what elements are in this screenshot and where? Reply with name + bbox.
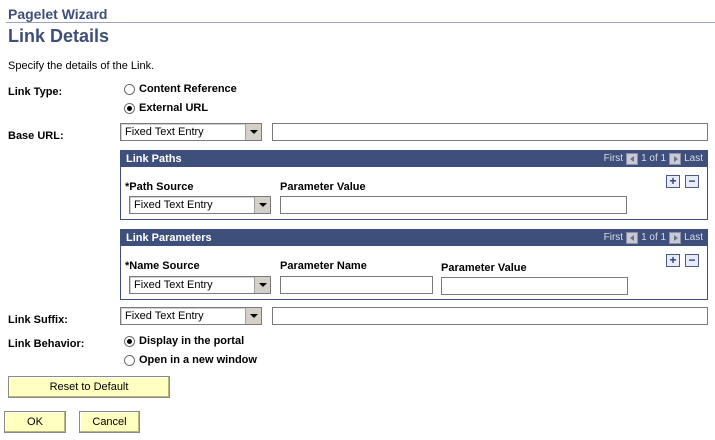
instructions-text: Specify the details of the Link. <box>8 60 155 72</box>
radio-selected-icon <box>124 336 135 347</box>
delete-row-icon[interactable]: − <box>685 254 699 267</box>
radio-selected-icon <box>124 103 135 114</box>
link-suffix-label: Link Suffix: <box>8 314 68 326</box>
select-value: Fixed Text Entry <box>134 199 213 211</box>
link-parameters-header: Link Parameters First 1 of 1 Last <box>121 230 707 246</box>
select-value: Fixed Text Entry <box>134 279 213 291</box>
first-link[interactable]: First <box>604 151 623 167</box>
link-type-label: Link Type: <box>8 86 63 98</box>
link-behavior-new-window-radio[interactable]: Open in a new window <box>124 354 257 368</box>
title-divider <box>6 22 715 23</box>
add-row-icon[interactable]: + <box>666 254 680 267</box>
ok-button[interactable]: OK <box>4 411 66 433</box>
grid-title: Link Paths <box>126 153 182 165</box>
column-header-parameter-value: Parameter Value <box>441 262 527 274</box>
chevron-down-icon <box>254 197 270 213</box>
column-header-path-source: *Path Source <box>125 181 194 193</box>
parameter-name-input[interactable] <box>280 276 433 294</box>
cancel-button[interactable]: Cancel <box>79 411 140 433</box>
link-type-content-reference-radio[interactable]: Content Reference <box>124 83 237 97</box>
option-label: Content Reference <box>139 83 237 95</box>
column-header-name-source: *Name Source <box>125 260 200 272</box>
next-icon[interactable] <box>669 153 682 165</box>
grid-navigation: First 1 of 1 Last <box>604 230 703 246</box>
column-header-parameter-value: Parameter Value <box>280 181 366 193</box>
select-value: Fixed Text Entry <box>125 310 204 322</box>
row-range: 1 of 1 <box>641 232 667 243</box>
chevron-down-icon <box>245 308 261 324</box>
radio-icon <box>124 355 135 366</box>
chevron-down-icon <box>254 277 270 293</box>
base-url-source-select[interactable]: Fixed Text Entry <box>120 123 262 141</box>
option-label: External URL <box>139 102 209 114</box>
row-range: 1 of 1 <box>641 153 667 164</box>
path-parameter-value-input[interactable] <box>280 196 627 214</box>
select-value: Fixed Text Entry <box>125 126 204 138</box>
next-icon[interactable] <box>669 232 682 244</box>
grid-title: Link Parameters <box>126 232 212 244</box>
link-behavior-display-in-portal-radio[interactable]: Display in the portal <box>124 335 244 349</box>
first-link[interactable]: First <box>604 230 623 246</box>
last-link[interactable]: Last <box>684 151 703 167</box>
grid-navigation: First 1 of 1 Last <box>604 151 703 167</box>
column-header-parameter-name: Parameter Name <box>280 260 367 272</box>
option-label: Open in a new window <box>139 354 257 366</box>
base-url-label: Base URL: <box>8 130 64 142</box>
path-source-select[interactable]: Fixed Text Entry <box>129 196 271 214</box>
option-label: Display in the portal <box>139 335 245 347</box>
link-type-external-url-radio[interactable]: External URL <box>124 102 208 116</box>
base-url-input[interactable] <box>272 123 708 141</box>
wizard-title: Pagelet Wizard <box>8 6 108 22</box>
delete-row-icon[interactable]: − <box>685 175 699 188</box>
previous-icon[interactable] <box>626 232 639 244</box>
link-suffix-input[interactable] <box>272 307 708 325</box>
add-row-icon[interactable]: + <box>666 175 680 188</box>
previous-icon[interactable] <box>626 153 639 165</box>
link-paths-header: Link Paths First 1 of 1 Last <box>121 151 707 167</box>
last-link[interactable]: Last <box>684 230 703 246</box>
link-paths-grid: Link Paths First 1 of 1 Last *Path Sourc… <box>120 150 708 220</box>
name-source-select[interactable]: Fixed Text Entry <box>129 276 271 294</box>
reset-to-default-button[interactable]: Reset to Default <box>8 376 170 398</box>
parameter-value-input[interactable] <box>441 277 628 295</box>
link-parameters-grid: Link Parameters First 1 of 1 Last *Name … <box>120 229 708 300</box>
page-title: Link Details <box>8 26 110 46</box>
link-suffix-source-select[interactable]: Fixed Text Entry <box>120 307 262 325</box>
radio-icon <box>124 84 135 95</box>
chevron-down-icon <box>245 124 261 140</box>
link-behavior-label: Link Behavior: <box>8 338 85 350</box>
